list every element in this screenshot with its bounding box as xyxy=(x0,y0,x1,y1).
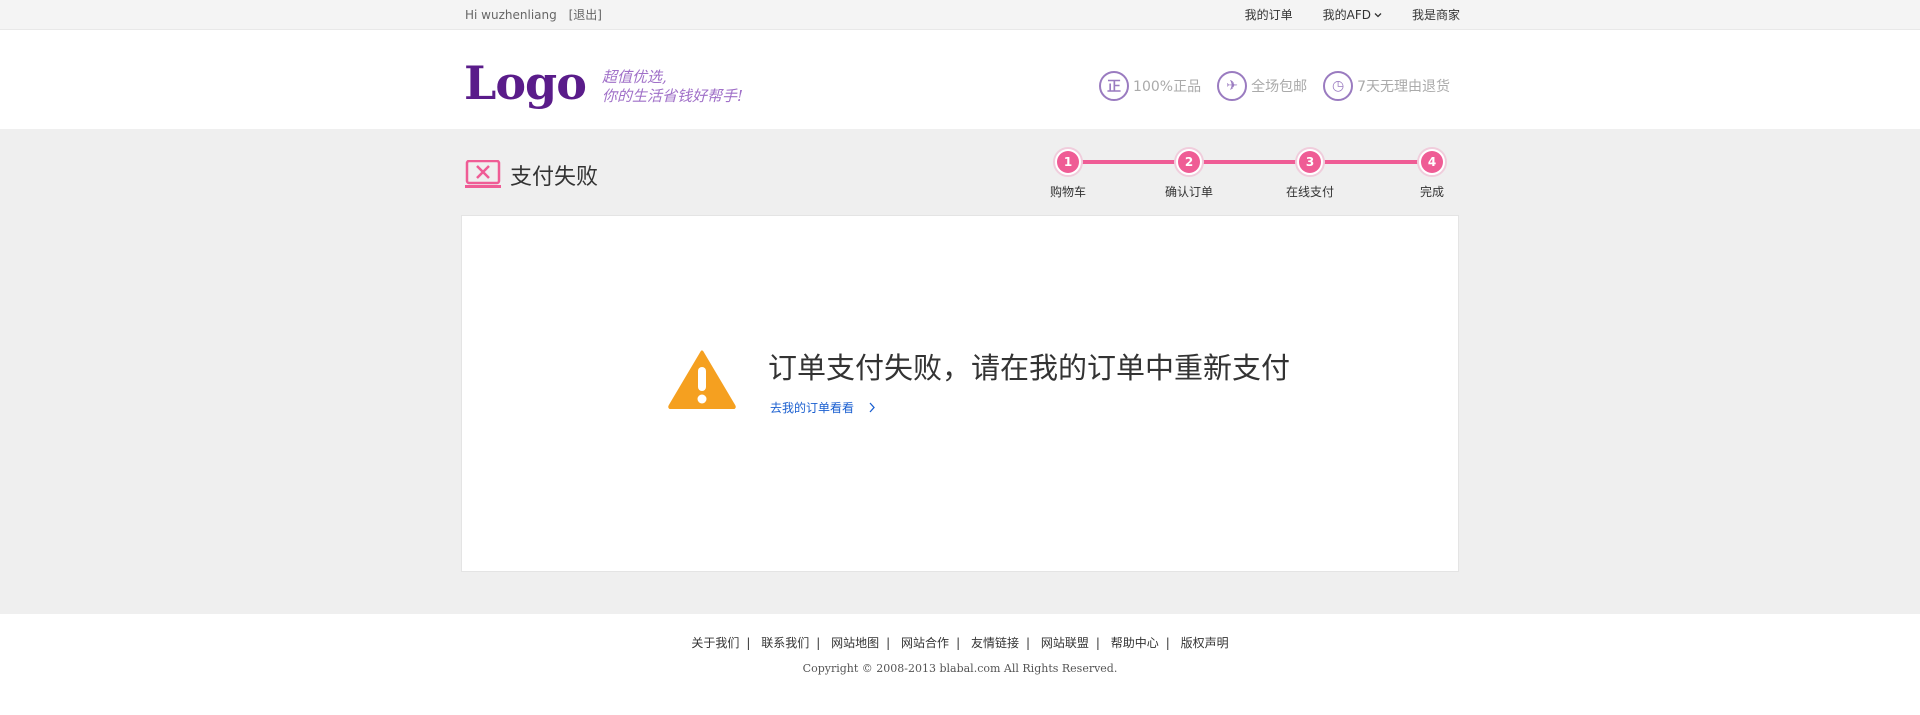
slogan-line-1: 超值优选, xyxy=(602,68,667,86)
slogan-line-2: 你的生活省钱好帮手! xyxy=(602,87,744,105)
my-afd-menu[interactable]: 我的AFD xyxy=(1323,0,1382,30)
payment-failed-icon xyxy=(465,160,501,188)
step-number: 1 xyxy=(1057,151,1079,173)
footer-link-about[interactable]: 关于我们 xyxy=(691,636,739,650)
view-my-orders-link[interactable]: 去我的订单看看 xyxy=(770,399,876,416)
site-footer: 关于我们 | 联系我们 | 网站地图 | 网站合作 | 友情链接 | 网站联盟 | 帮助中心… xyxy=(0,614,1920,715)
step-complete: 4 完成 xyxy=(1402,147,1462,200)
promise-genuine: 正 100%正品 xyxy=(1099,71,1201,101)
footer-link-alliance[interactable]: 网站联盟 xyxy=(1041,636,1089,650)
page-title-row: 支付失败 xyxy=(465,159,598,191)
step-cart: 1 购物车 xyxy=(1038,147,1098,200)
footer-link-help[interactable]: 帮助中心 xyxy=(1111,636,1159,650)
step-label: 确认订单 xyxy=(1164,185,1213,199)
genuine-icon: 正 xyxy=(1099,71,1130,101)
promise-label: 7天无理由退货 xyxy=(1357,79,1450,95)
footer-link-sitemap[interactable]: 网站地图 xyxy=(831,636,879,650)
step-number: 3 xyxy=(1299,151,1321,173)
page-title: 支付失败 xyxy=(510,165,599,190)
site-logo[interactable]: Logo xyxy=(464,60,587,106)
footer-link-friends[interactable]: 友情链接 xyxy=(971,636,1019,650)
promise-free-shipping: ✈ 全场包邮 xyxy=(1217,71,1307,101)
promise-returns: ◷ 7天无理由退货 xyxy=(1323,71,1450,101)
step-label: 完成 xyxy=(1419,185,1444,199)
warning-icon xyxy=(668,350,736,409)
service-promises: 正 100%正品 ✈ 全场包邮 ◷ 7天无理由退货 xyxy=(1099,71,1450,101)
logout-link[interactable]: [退出] xyxy=(569,8,602,22)
footer-link-contact[interactable]: 联系我们 xyxy=(761,636,809,650)
my-orders-link[interactable]: 我的订单 xyxy=(1245,0,1293,30)
site-header: Logo 超值优选, 你的生活省钱好帮手! 正 100%正品 ✈ 全场包邮 ◷ … xyxy=(0,30,1920,129)
promise-label: 全场包邮 xyxy=(1251,79,1308,95)
checkout-progress: 1 购物车 2 确认订单 3 在线支付 4 完成 xyxy=(1044,147,1456,207)
failure-message: 订单支付失败，请在我的订单中重新支付 xyxy=(768,351,1291,385)
chevron-right-icon xyxy=(869,402,875,413)
step-online-payment: 3 在线支付 xyxy=(1280,147,1340,200)
footer-link-cooperation[interactable]: 网站合作 xyxy=(901,636,949,650)
result-panel: 订单支付失败，请在我的订单中重新支付 去我的订单看看 xyxy=(461,215,1459,572)
clock-icon: ◷ xyxy=(1323,71,1354,101)
copyright-text: Copyright © 2008-2013 blabal.com All Rig… xyxy=(802,662,1118,675)
step-number: 4 xyxy=(1421,151,1443,173)
free-shipping-icon: ✈ xyxy=(1217,71,1248,101)
main-content: 支付失败 1 购物车 2 确认订单 3 在线支付 4 完成 订单支付失败，请在我… xyxy=(0,129,1920,614)
chevron-down-icon xyxy=(1374,13,1382,18)
footer-links: 关于我们 | 联系我们 | 网站地图 | 网站合作 | 友情链接 | 网站联盟 | 帮助中心… xyxy=(691,636,1229,650)
slogan: 超值优选, 你的生活省钱好帮手! xyxy=(602,68,743,106)
top-nav: 我的订单 我的AFD 我是商家 xyxy=(1245,0,1460,30)
user-greeting-area: Hi wuzhenliang [退出] xyxy=(465,0,602,30)
step-number: 2 xyxy=(1178,151,1200,173)
user-greeting: Hi wuzhenliang xyxy=(465,8,557,22)
step-label: 购物车 xyxy=(1049,185,1086,199)
step-confirm-order: 2 确认订单 xyxy=(1159,147,1219,200)
merchant-link[interactable]: 我是商家 xyxy=(1412,0,1460,30)
progress-line xyxy=(1065,160,1435,164)
link-text: 去我的订单看看 xyxy=(770,401,855,415)
footer-link-copyright[interactable]: 版权声明 xyxy=(1181,636,1229,650)
promise-label: 100%正品 xyxy=(1133,79,1202,95)
top-bar: Hi wuzhenliang [退出] 我的订单 我的AFD 我是商家 xyxy=(0,0,1920,30)
step-label: 在线支付 xyxy=(1285,185,1334,199)
